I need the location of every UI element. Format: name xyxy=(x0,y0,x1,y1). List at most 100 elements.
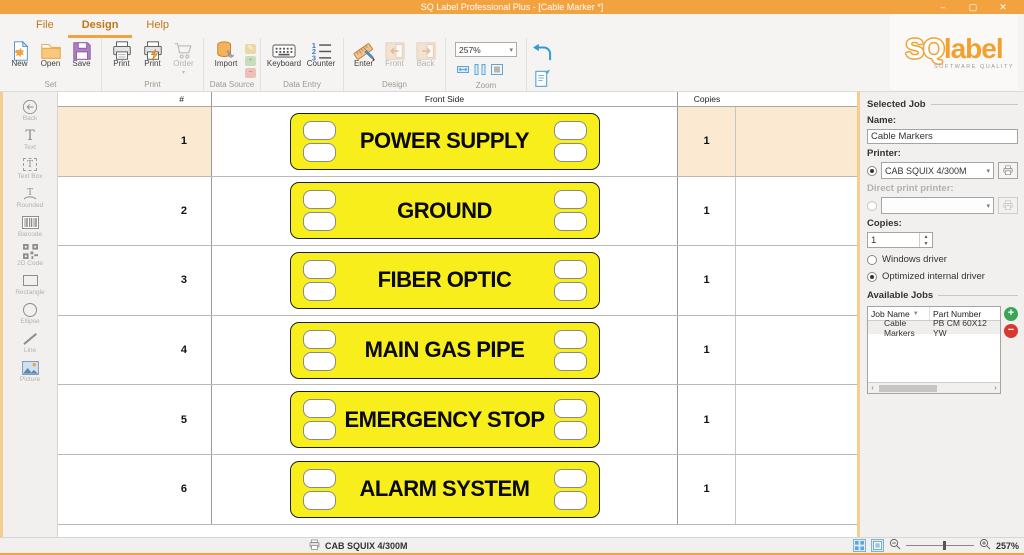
logo-tagline: SOFTWARE QUALITY xyxy=(934,64,1018,70)
direct-printer-radio[interactable] xyxy=(867,201,877,211)
spin-up-icon[interactable]: ▲ xyxy=(920,233,932,240)
add-job-button[interactable]: + xyxy=(1004,307,1018,321)
printer-settings-button[interactable] xyxy=(998,162,1018,179)
tool-barcode[interactable]: Barcode xyxy=(3,212,57,241)
keyboard-button[interactable]: Keyboard xyxy=(265,40,303,68)
punch-hole xyxy=(554,260,587,279)
table-row-5[interactable]: 5 EMERGENCY STOP 1 xyxy=(58,385,857,455)
zoom-out-icon[interactable] xyxy=(889,537,901,555)
ribbon: New Open Save Set Print Print xyxy=(0,38,1024,92)
ribbon-group-datasource: Import ✎ + − Data Source xyxy=(204,38,261,91)
tool-picture[interactable]: Picture xyxy=(3,357,57,386)
printer-label: Printer: xyxy=(867,148,1018,159)
tool-text[interactable]: T Text xyxy=(3,125,57,154)
zoom-slider-handle[interactable] xyxy=(943,541,946,550)
fit-height-icon[interactable] xyxy=(474,62,486,80)
cable-marker-label[interactable]: FIBER OPTIC xyxy=(290,252,600,309)
new-button[interactable]: New xyxy=(4,40,35,68)
add-record-icon[interactable]: + xyxy=(245,56,256,66)
punch-hole xyxy=(303,190,336,209)
tab-design[interactable]: Design xyxy=(68,14,133,38)
order-button[interactable]: Order ▾ xyxy=(168,40,199,76)
scroll-left-icon[interactable]: ‹ xyxy=(868,385,877,392)
import-button[interactable]: Import xyxy=(208,40,244,68)
tool-line[interactable]: Line xyxy=(3,328,57,357)
report-document-icon[interactable] xyxy=(534,68,551,93)
table-row-6[interactable]: 6 ALARM SYSTEM 1 xyxy=(58,455,857,525)
edit-data-icon[interactable]: ✎ xyxy=(245,44,256,54)
grid-view-icon[interactable] xyxy=(853,539,866,552)
jobs-horizontal-scrollbar[interactable]: ‹ › xyxy=(868,382,1000,393)
part-number-cell: PB CM 60X12 YW xyxy=(930,321,1000,334)
windows-driver-option[interactable]: Windows driver xyxy=(867,254,1018,265)
available-jobs-table[interactable]: Job Name ▼ Part Number Cable Markers PB … xyxy=(867,306,1001,394)
scroll-right-icon[interactable]: › xyxy=(991,385,1000,392)
table-row-2[interactable]: 2 GROUND 1 xyxy=(58,177,857,247)
close-button[interactable]: ✕ xyxy=(988,0,1018,14)
tool-rectangle[interactable]: Rectangle xyxy=(3,270,57,299)
punch-hole xyxy=(554,143,587,162)
counter-button[interactable]: 123 Counter xyxy=(303,40,339,68)
group-label-zoom: Zoom xyxy=(455,80,517,92)
cable-marker-label[interactable]: MAIN GAS PIPE xyxy=(290,322,600,379)
save-button[interactable]: Save xyxy=(66,40,97,68)
tool-rounded-text[interactable]: T Rounded xyxy=(3,183,57,212)
tool-2dcode[interactable]: 2D Code xyxy=(3,241,57,270)
chevron-down-icon: ▾ xyxy=(986,167,990,175)
quick-print-button[interactable]: Print xyxy=(137,40,168,68)
zoom-level-dropdown[interactable]: 257% ▾ xyxy=(455,42,517,57)
cable-marker-label[interactable]: POWER SUPPLY xyxy=(290,113,600,170)
printer-status-icon xyxy=(308,539,321,553)
maximize-button[interactable]: ▢ xyxy=(958,0,988,14)
tool-textbox[interactable]: T Text Box xyxy=(3,154,57,183)
tool-back[interactable]: Back xyxy=(3,96,57,125)
ribbon-group-print: Print Print Order ▾ Print xyxy=(102,38,204,91)
remove-record-icon[interactable]: − xyxy=(245,68,256,78)
table-row-1[interactable]: 1 POWER SUPPLY 1 xyxy=(58,107,857,177)
back-side-button[interactable]: Back xyxy=(410,40,441,68)
single-view-icon[interactable] xyxy=(871,539,884,552)
zoom-in-icon[interactable] xyxy=(979,537,991,555)
table-row-4[interactable]: 4 MAIN GAS PIPE 1 xyxy=(58,316,857,386)
job-name-input[interactable]: Cable Markers xyxy=(867,129,1018,144)
punch-hole xyxy=(554,491,587,510)
direct-printer-settings-button[interactable] xyxy=(998,197,1018,214)
enter-design-button[interactable]: Enter xyxy=(348,40,379,68)
scrollbar-thumb[interactable] xyxy=(879,385,937,392)
spin-down-icon[interactable]: ▼ xyxy=(920,240,932,247)
open-button[interactable]: Open xyxy=(35,40,66,68)
cable-marker-label[interactable]: GROUND xyxy=(290,182,600,239)
printer-radio[interactable] xyxy=(867,166,877,176)
undo-icon[interactable] xyxy=(531,43,553,66)
row-number: 4 xyxy=(58,316,211,385)
ruler-pencil-icon xyxy=(353,43,375,58)
cable-marker-label[interactable]: EMERGENCY STOP xyxy=(290,391,600,448)
jobs-table-row[interactable]: Cable Markers PB CM 60X12 YW xyxy=(868,321,1000,334)
cable-marker-label[interactable]: ALARM SYSTEM xyxy=(290,461,600,518)
print-button[interactable]: Print xyxy=(106,40,137,68)
tab-file[interactable]: File xyxy=(22,14,68,38)
table-row-3[interactable]: 3 FIBER OPTIC 1 xyxy=(58,246,857,316)
marker-text: POWER SUPPLY xyxy=(360,128,529,154)
copies-stepper[interactable]: 1 ▲ ▼ xyxy=(867,232,933,248)
row-number: 6 xyxy=(58,455,211,524)
direct-printer-dropdown[interactable]: ▾ xyxy=(881,197,994,214)
fit-width-icon[interactable] xyxy=(457,62,469,80)
tool-ellipse[interactable]: Ellipse xyxy=(3,299,57,328)
row-number: 3 xyxy=(58,246,211,315)
optimized-driver-option[interactable]: Optimized internal driver xyxy=(867,271,1018,282)
front-side-button[interactable]: Front xyxy=(379,40,410,68)
optimized-driver-radio[interactable] xyxy=(867,272,877,282)
tab-help[interactable]: Help xyxy=(132,14,183,38)
punch-hole xyxy=(554,352,587,371)
zoom-slider[interactable] xyxy=(906,541,974,550)
status-bar: CAB SQUIX 4/300M 257% xyxy=(0,537,1024,553)
rectangle-icon xyxy=(23,273,38,288)
fit-page-icon[interactable] xyxy=(491,62,503,80)
windows-driver-radio[interactable] xyxy=(867,255,877,265)
group-label-dataentry: Data Entry xyxy=(265,79,339,91)
remove-job-button[interactable]: − xyxy=(1004,324,1018,338)
minimize-button[interactable]: – xyxy=(928,0,958,14)
picture-icon xyxy=(22,360,39,375)
printer-dropdown[interactable]: CAB SQUIX 4/300M ▾ xyxy=(881,162,994,179)
